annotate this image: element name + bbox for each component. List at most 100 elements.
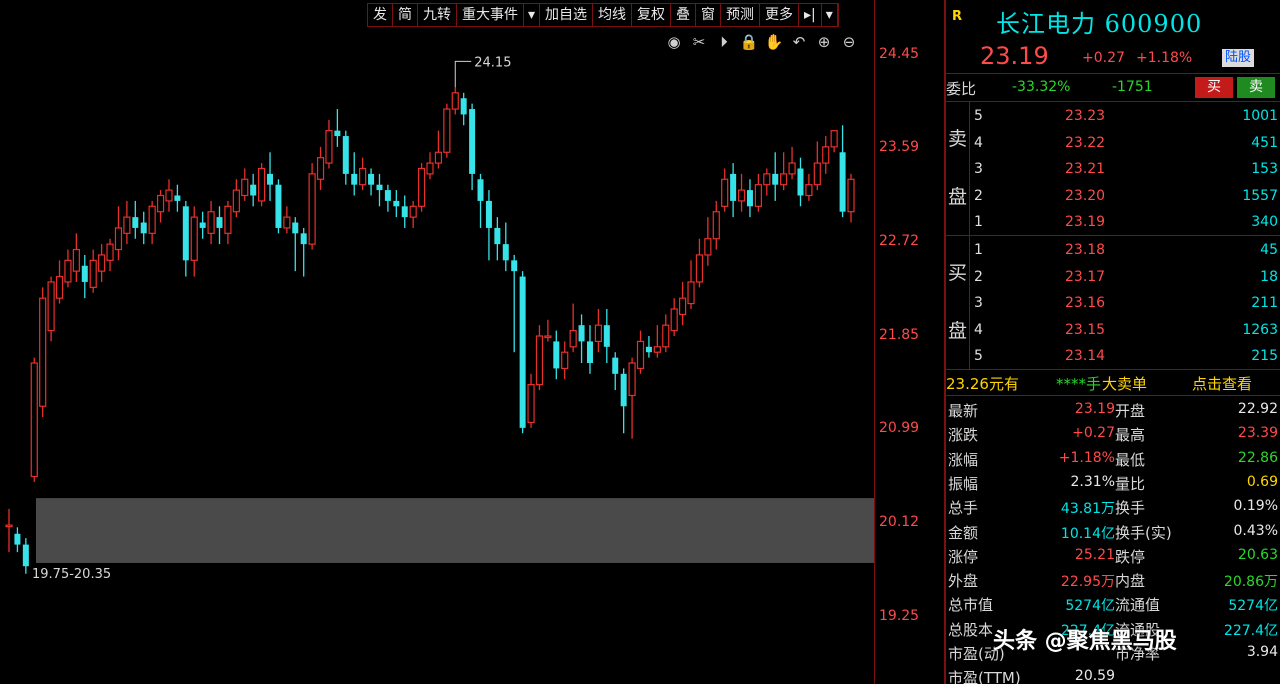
- candle: [409, 200, 417, 228]
- toolbar-button[interactable]: 简: [393, 4, 418, 26]
- toolbar-button[interactable]: 窗: [696, 4, 722, 26]
- price-change-pct: +1.18%: [1136, 50, 1193, 66]
- asks-row[interactable]: 3 23.21 153: [972, 157, 1278, 183]
- undo-icon[interactable]: ↶: [789, 32, 809, 52]
- candle-body: [578, 325, 585, 342]
- bids-volume: 215: [1251, 348, 1278, 364]
- candle: [81, 254, 88, 299]
- candle-body: [772, 173, 779, 185]
- asks-row[interactable]: 4 23.22 451: [972, 131, 1278, 157]
- toolbar-button[interactable]: 重大事件: [457, 4, 524, 26]
- candle-body: [342, 136, 349, 174]
- candle-body: [687, 281, 695, 305]
- candle: [847, 173, 855, 223]
- bids-row[interactable]: 3 23.16 211: [972, 291, 1278, 317]
- toolbar-button[interactable]: 九转: [418, 4, 457, 26]
- candle: [224, 200, 232, 245]
- connect-tag[interactable]: 陆股: [1222, 49, 1255, 67]
- candle: [232, 179, 240, 218]
- candle: [469, 103, 476, 191]
- toolbar-button[interactable]: ▾: [822, 4, 838, 26]
- candle: [342, 130, 349, 185]
- candle: [190, 206, 198, 277]
- candle-body: [704, 238, 712, 256]
- candle-body: [98, 254, 106, 272]
- candle: [636, 330, 645, 374]
- asks-row[interactable]: 1 23.19 340: [972, 210, 1278, 236]
- candle: [241, 168, 249, 201]
- bids-row[interactable]: 2 23.17 18: [972, 265, 1278, 291]
- toolbar-button[interactable]: ▾: [524, 4, 541, 26]
- candle-body: [451, 92, 459, 110]
- candle-body: [822, 146, 830, 164]
- candle-body: [670, 308, 678, 332]
- candle: [39, 287, 47, 418]
- big-order-type: 大卖单: [1102, 375, 1148, 393]
- high-price-label: 24.15: [474, 55, 511, 70]
- candle-body: [232, 189, 240, 213]
- stats-row: 涨幅 +1.18% 最低 22.86: [946, 447, 1280, 471]
- order-ratio-label: 委比: [946, 80, 977, 98]
- toolbar-button[interactable]: 更多: [760, 4, 800, 26]
- bids-row[interactable]: 1 23.18 45: [972, 238, 1278, 264]
- candle-body: [754, 184, 762, 207]
- candle: [376, 173, 383, 207]
- stock-name[interactable]: 长江电力 600900: [996, 4, 1202, 39]
- toolbar-button[interactable]: 叠: [671, 4, 697, 26]
- scissors-icon[interactable]: ✂: [689, 32, 709, 52]
- candle: [839, 125, 846, 218]
- big-order-link[interactable]: 点击查看: [1192, 373, 1252, 394]
- zoom-in-icon[interactable]: ⊕: [814, 32, 834, 52]
- toolbar-button[interactable]: 发: [368, 4, 393, 26]
- eye-icon[interactable]: ◉: [664, 32, 684, 52]
- candle: [544, 319, 552, 342]
- stat-value: 22.92: [1237, 401, 1278, 417]
- candle-body: [241, 178, 249, 197]
- bids-volume: 45: [1260, 242, 1278, 258]
- candle: [730, 163, 737, 218]
- candle: [325, 119, 333, 169]
- stat-value: 10.14亿: [1060, 525, 1115, 542]
- toolbar-button[interactable]: 加自选: [540, 4, 594, 26]
- lock-icon[interactable]: 🔒: [739, 32, 759, 52]
- kline-chart-area[interactable]: 24.15 19.75-20.35 发简九转 重大事件 ▾ 加自选 均线 复权叠窗预测 更多 ▸…: [0, 0, 944, 684]
- stat-label: 涨幅: [948, 450, 979, 469]
- asks-row[interactable]: 2 23.20 1557: [972, 184, 1278, 210]
- candle: [561, 341, 569, 380]
- asks-volume: 1001: [1242, 108, 1278, 124]
- toolbar-button[interactable]: 预测: [721, 4, 761, 26]
- candle: [123, 200, 131, 245]
- asks-price: 23.22: [1065, 134, 1106, 151]
- bids-row[interactable]: 5 23.14 215: [972, 344, 1278, 370]
- zoom-out-icon[interactable]: ⊖: [839, 32, 859, 52]
- toolbar-button[interactable]: 复权: [632, 4, 672, 26]
- candle: [511, 254, 518, 353]
- bids-row[interactable]: 4 23.15 1263: [972, 318, 1278, 344]
- asks-row[interactable]: 5 23.23 1001: [972, 104, 1278, 130]
- sell-button[interactable]: 卖: [1237, 77, 1275, 98]
- candle: [207, 200, 215, 245]
- price-tick-label: 21.85: [879, 327, 920, 343]
- candle: [140, 211, 147, 245]
- stat-value: 2.31%: [1070, 473, 1115, 490]
- candle: [704, 217, 712, 266]
- candle-body: [156, 194, 165, 213]
- candle-body: [81, 265, 88, 282]
- candlestick-chart[interactable]: 24.15 19.75-20.35: [0, 0, 874, 684]
- candle-body: [839, 152, 846, 212]
- candle: [527, 373, 535, 428]
- price-tick-label: 20.12: [879, 513, 920, 530]
- buy-button[interactable]: 买: [1195, 77, 1233, 98]
- candle: [594, 308, 603, 353]
- hand-icon[interactable]: ✋: [764, 32, 784, 52]
- candle: [250, 173, 257, 207]
- toolbar-button[interactable]: ▸|: [799, 4, 822, 26]
- candle-body: [283, 216, 291, 229]
- play-icon[interactable]: ⏵: [714, 32, 734, 52]
- zone-range-label: 19.75-20.35: [32, 567, 111, 582]
- toolbar-button[interactable]: 均线: [593, 4, 633, 26]
- stat-value: 5274亿: [1065, 598, 1115, 615]
- candle-body: [730, 173, 737, 201]
- candle-body: [275, 184, 282, 228]
- candle: [460, 92, 467, 126]
